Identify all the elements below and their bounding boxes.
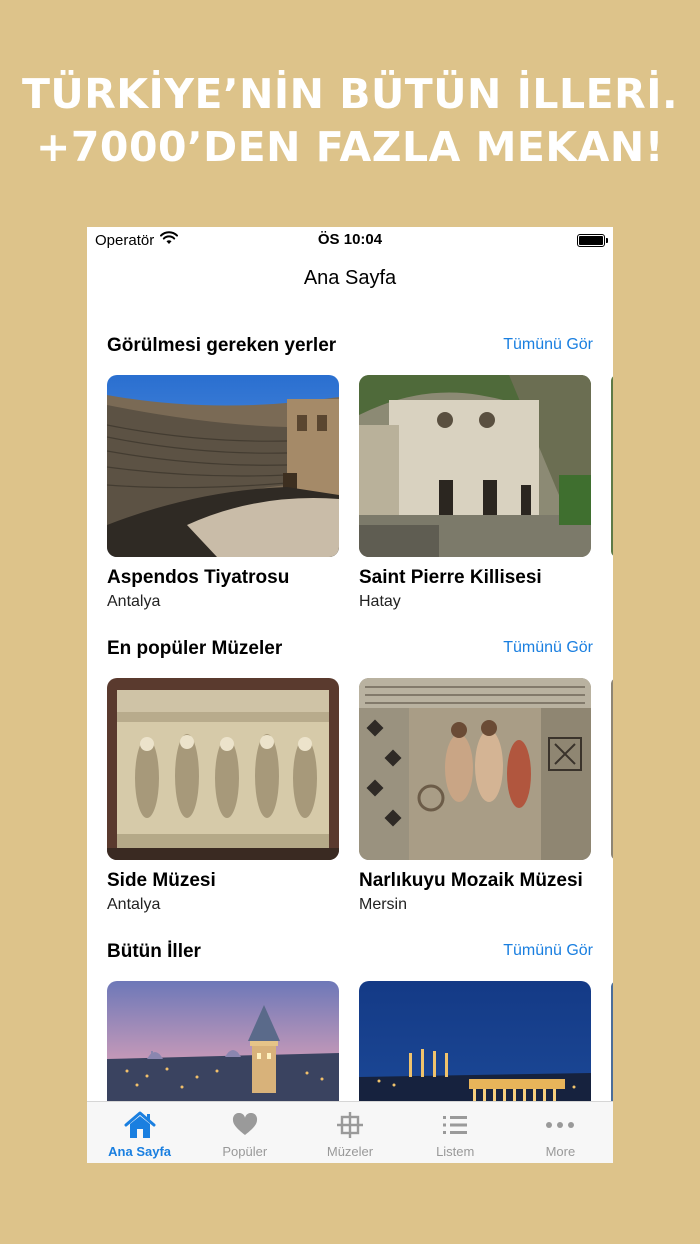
section-title: En popüler Müzeler bbox=[107, 638, 283, 659]
see-all-link[interactable]: Tümünü Gör bbox=[503, 639, 593, 657]
next-card-peek[interactable] bbox=[611, 375, 613, 557]
tab-label: Popüler bbox=[222, 1144, 268, 1159]
section-header: Görülmesi gereken yerler Tümünü Gör bbox=[107, 335, 593, 361]
tab-label: Listem bbox=[436, 1144, 475, 1159]
place-title: Saint Pierre Killisesi bbox=[359, 567, 542, 588]
place-city: Hatay bbox=[359, 593, 401, 610]
place-image bbox=[107, 375, 339, 557]
tab-label: More bbox=[545, 1144, 576, 1159]
section-title: Bütün İller bbox=[107, 941, 201, 962]
tab-label: Ana Sayfa bbox=[108, 1144, 172, 1159]
list-icon bbox=[403, 1110, 508, 1140]
battery-icon bbox=[577, 234, 608, 247]
place-city: Antalya bbox=[107, 593, 161, 610]
see-all-link[interactable]: Tümünü Gör bbox=[503, 942, 593, 960]
tab-museums[interactable]: Müzeler bbox=[297, 1102, 402, 1163]
page-title: Ana Sayfa bbox=[303, 267, 397, 289]
tab-popular[interactable]: Popüler bbox=[192, 1102, 297, 1163]
museum-title: Narlıkuyu Mozaik Müzesi bbox=[359, 870, 583, 891]
heart-icon bbox=[192, 1110, 297, 1140]
museum-card[interactable]: Narlıkuyu Mozaik Müzesi Mersin bbox=[359, 678, 591, 914]
tab-more[interactable]: More bbox=[508, 1102, 613, 1163]
more-icon bbox=[508, 1110, 613, 1140]
tab-my-list[interactable]: Listem bbox=[403, 1102, 508, 1163]
museum-city: Mersin bbox=[359, 896, 408, 913]
promo-headline: TÜRKİYE’NİN BÜTÜN İLLERİ. +7000’DEN FAZL… bbox=[0, 68, 700, 174]
promo-line-1: TÜRKİYE’NİN BÜTÜN İLLERİ. bbox=[21, 70, 679, 118]
museum-image bbox=[359, 678, 591, 860]
museum-icon bbox=[297, 1110, 402, 1140]
section-header: En popüler Müzeler Tümünü Gör bbox=[107, 638, 593, 664]
place-card[interactable]: Saint Pierre Killisesi Hatay bbox=[359, 375, 591, 611]
museum-title: Side Müzesi bbox=[107, 870, 216, 891]
place-image bbox=[359, 375, 591, 557]
promo-line-2: +7000’DEN FAZLA MEKAN! bbox=[36, 123, 664, 171]
see-all-link[interactable]: Tümünü Gör bbox=[503, 336, 593, 354]
house-icon bbox=[87, 1110, 192, 1140]
status-bar: Operatör ÖS 10:04 bbox=[87, 227, 613, 253]
phone-screen: Operatör ÖS 10:04 Ana Sayfa Görülmesi ge… bbox=[87, 227, 613, 1163]
tab-bar: Ana Sayfa Popüler Müzeler Listem More bbox=[87, 1101, 613, 1163]
section-header: Bütün İller Tümünü Gör bbox=[107, 941, 593, 967]
place-card[interactable]: Aspendos Tiyatrosu Antalya bbox=[107, 375, 339, 611]
place-title: Aspendos Tiyatrosu bbox=[107, 567, 290, 588]
museum-card[interactable]: Side Müzesi Antalya bbox=[107, 678, 339, 914]
status-time: ÖS 10:04 bbox=[317, 231, 383, 248]
tab-home[interactable]: Ana Sayfa bbox=[87, 1102, 192, 1163]
section-title: Görülmesi gereken yerler bbox=[107, 335, 337, 356]
next-card-peek[interactable] bbox=[611, 678, 613, 860]
tab-label: Müzeler bbox=[326, 1144, 374, 1159]
museum-city: Antalya bbox=[107, 896, 161, 913]
museum-image bbox=[107, 678, 339, 860]
